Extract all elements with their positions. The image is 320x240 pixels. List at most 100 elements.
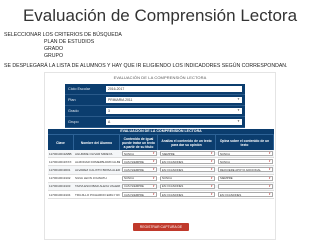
indicator-select[interactable]: CASI SIEMPRE ▼ (122, 183, 157, 189)
indicator-select[interactable]: CASI SIEMPRE ▼ (122, 167, 157, 173)
filter-grado-select[interactable]: 3 ▼ (106, 108, 242, 114)
instruction-line: PLAN DE ESTUDIOS (44, 39, 95, 45)
column-header: Nombre del Alumno (74, 135, 120, 150)
instruction-line: SELECCIONAR LOS CRITERIOS DE BÚSQUEDA (4, 32, 122, 38)
indicator-cell: NUNCA ▼ (120, 175, 158, 182)
filter-label: Plan (68, 98, 76, 102)
instruction-note: SE DESPLEGARÁ LA LISTA DE ALUMNOS Y HAY … (4, 63, 288, 69)
indicator-cell: ▼ (216, 183, 274, 190)
indicator-select[interactable]: ▼ (218, 183, 273, 189)
indicator-cell: NUNCA ▼ (216, 150, 274, 157)
table-row: 1170010019XXXALMODAR DOMEZBLDRIN ALBERTO… (48, 158, 274, 167)
indicator-select[interactable]: EN OCASIONES ▼ (160, 192, 215, 198)
filter-row-grupo: Grupo A ▼ (65, 117, 245, 128)
filter-ciclo-select[interactable]: 2016-2017 (106, 86, 242, 92)
indicator-value: NUNCA (124, 151, 134, 156)
indicator-select[interactable]: EN OCASIONES ▼ (160, 167, 215, 173)
chevron-down-icon: ▼ (237, 119, 240, 123)
indicator-select[interactable]: NUNCA ▼ (160, 175, 215, 181)
indicator-select[interactable]: REQUIERE APOYO ADICIONAL ▼ (218, 167, 273, 173)
filter-value: 2016-2017 (108, 87, 125, 91)
page-title: Evaluación de Comprensión Lectora (22, 6, 298, 25)
indicator-value: CASI SIEMPRE (124, 167, 144, 172)
save-capture-button[interactable]: REGISTRAR CAPTURA DE COMPRENSIÓN (133, 223, 189, 237)
indicator-value: SIEMPRE (220, 176, 233, 181)
indicator-select[interactable]: NUNCA ▼ (218, 159, 273, 165)
student-name: TAPIA ESCOBAR ALEXA VALERIA (75, 184, 120, 189)
indicator-select[interactable]: CASI SIEMPRE ▼ (122, 159, 157, 165)
student-name: SILVA LEON JOHNATH (75, 176, 107, 181)
indicator-value: EN OCASIONES (220, 192, 242, 197)
indicator-select[interactable]: NUNCA ▼ (122, 151, 157, 157)
student-name: ALVAREZ CALIXTO BRISA ALEIDA (75, 167, 120, 172)
chevron-down-icon: ▼ (210, 168, 213, 172)
indicator-select[interactable]: CASI SIEMPRE ▼ (122, 192, 157, 198)
student-key: 1170010019001 (49, 167, 71, 172)
student-key: 1170010019103 (49, 184, 71, 189)
indicator-value: NUNCA (124, 176, 134, 181)
student-name: ALMODAR DOMEZBLDRIN ALBERTO (75, 159, 120, 164)
student-key: 1170010019102 (49, 176, 71, 181)
indicator-value: CASI SIEMPRE (124, 192, 144, 197)
chevron-down-icon: ▼ (268, 152, 271, 156)
indicator-cell: REQUIERE APOYO ADICIONAL ▼ (216, 166, 274, 173)
indicator-select[interactable]: NUNCA ▼ (218, 151, 273, 157)
indicator-value: EN OCASIONES (162, 159, 184, 164)
indicator-cell: CASI SIEMPRE ▼ (120, 183, 158, 190)
indicator-value: NUNCA (220, 151, 230, 156)
filter-plan-select[interactable]: PRIMARIA 2011 ▼ (106, 97, 242, 103)
indicator-cell: NUNCA ▼ (158, 175, 216, 182)
chevron-down-icon: ▼ (152, 152, 155, 156)
student-key: 1170010019XXX (49, 159, 72, 164)
chevron-down-icon: ▼ (237, 97, 240, 101)
filter-grupo-select[interactable]: A ▼ (106, 119, 242, 125)
chevron-down-icon: ▼ (268, 168, 271, 172)
indicator-select[interactable]: SIEMPRE ▼ (160, 151, 215, 157)
indicator-select[interactable]: EN OCASIONES ▼ (160, 159, 215, 165)
students-table: EVALUACIÓN DE LA COMPRENSIÓN LECTORA Cla… (48, 129, 274, 200)
filter-label: Grupo (68, 120, 79, 124)
column-header: Clave (48, 135, 74, 150)
filter-value: A (108, 120, 111, 124)
indicator-cell: SIEMPRE ▼ (216, 175, 274, 182)
indicator-value: NUNCA (220, 159, 230, 164)
table-body: 1170010019ABB AGUIRRE OLIVAR MIREYA NUNCA ▼… (48, 150, 274, 200)
instruction-line: GRADO (44, 46, 64, 52)
indicator-select[interactable]: EN OCASIONES ▼ (160, 183, 215, 189)
indicator-value: REQUIERE APOYO ADICIONAL (220, 167, 261, 172)
embedded-screenshot: EVALUACIÓN DE LA COMPRENSIÓN LECTORA Cic… (44, 72, 276, 240)
indicator-cell: EN OCASIONES ▼ (158, 183, 216, 190)
indicator-cell: NUNCA ▼ (120, 150, 158, 157)
indicator-select[interactable]: EN OCASIONES ▼ (218, 192, 273, 198)
indicator-select[interactable]: NUNCA ▼ (122, 175, 157, 181)
indicator-cell: EN OCASIONES ▼ (158, 166, 216, 173)
chevron-down-icon: ▼ (210, 160, 213, 164)
filter-row-ciclo: Ciclo Escolar 2016-2017 (65, 84, 245, 95)
table-row: 1170010019ABB AGUIRRE OLIVAR MIREYA NUNCA ▼… (48, 150, 274, 159)
indicator-cell: SIEMPRE ▼ (158, 150, 216, 157)
filter-value: PRIMARIA 2011 (108, 98, 133, 102)
table-row: 1170010019103 TAPIA ESCOBAR ALEXA VALERIA… (48, 182, 274, 191)
indicator-cell: NUNCA ▼ (216, 158, 274, 165)
table-row: 1170010019104 TRUJILLO PICHARDO EMILY ROS… (48, 191, 274, 200)
table-header: Clave Nombre del Alumno Contenido de igu… (48, 134, 274, 150)
indicator-select[interactable]: SIEMPRE ▼ (218, 175, 273, 181)
student-key: 1170010019ABB (49, 151, 72, 156)
indicator-value: CASI SIEMPRE (124, 159, 144, 164)
filter-value: 3 (108, 109, 110, 113)
filter-label: Ciclo Escolar (68, 87, 91, 91)
filter-label: Grado (68, 109, 79, 113)
indicator-value: SIEMPRE (162, 151, 175, 156)
chevron-down-icon: ▼ (268, 184, 271, 188)
chevron-down-icon: ▼ (210, 152, 213, 156)
indicator-value: CASI SIEMPRE (124, 184, 144, 189)
indicator-cell: EN OCASIONES ▼ (158, 158, 216, 165)
student-key: 1170010019104 (49, 192, 71, 197)
chevron-down-icon: ▼ (152, 193, 155, 197)
column-header: Analiza el contenido de un texto para da… (158, 135, 216, 150)
chevron-down-icon: ▼ (152, 168, 155, 172)
filter-row-grado: Grado 3 ▼ (65, 106, 245, 117)
column-header: Opina sobre el contenido de un texto (216, 135, 274, 150)
indicator-cell: CASI SIEMPRE ▼ (120, 158, 158, 165)
indicator-cell: CASI SIEMPRE ▼ (120, 166, 158, 173)
